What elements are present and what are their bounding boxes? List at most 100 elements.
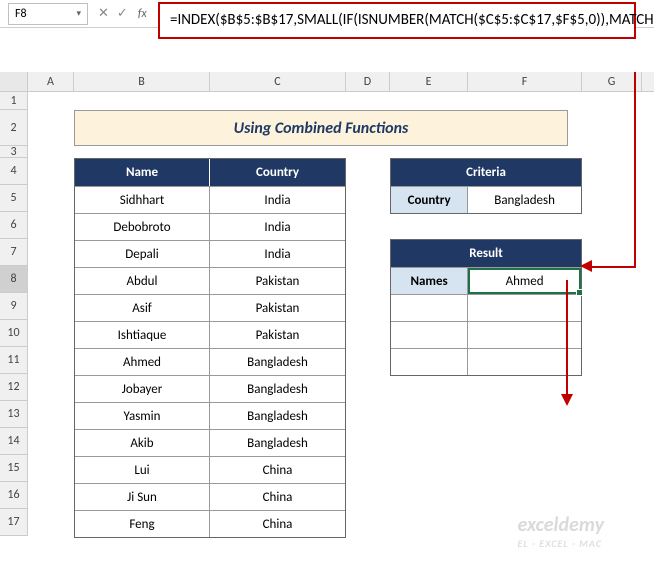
result-row <box>391 348 581 375</box>
watermark-text: exceldemy <box>518 513 604 537</box>
chevron-down-icon[interactable]: ▾ <box>76 8 81 19</box>
cell[interactable]: Ishtiaque <box>75 322 210 348</box>
fx-icon[interactable]: fx <box>138 7 147 21</box>
page-title: Using Combined Functions <box>74 110 568 146</box>
table-row: YasminBangladesh <box>75 402 345 429</box>
cell[interactable]: Ahmed <box>75 349 210 375</box>
cell[interactable] <box>391 295 468 321</box>
cell[interactable]: Bangladesh <box>210 376 345 402</box>
cancel-icon[interactable]: ✕ <box>98 6 109 21</box>
cell[interactable]: Pakistan <box>210 295 345 321</box>
result-row <box>391 321 581 348</box>
table-row: IshtiaquePakistan <box>75 321 345 348</box>
row-header[interactable]: 7 <box>0 239 28 266</box>
cell[interactable]: Pakistan <box>210 322 345 348</box>
criteria-label[interactable]: Country <box>391 187 468 213</box>
cell[interactable]: China <box>210 457 345 483</box>
table-row: AbdulPakistan <box>75 267 345 294</box>
cell[interactable] <box>468 349 581 375</box>
name-box-value: F8 <box>15 7 27 21</box>
arrow-left-icon <box>580 260 592 272</box>
select-all-corner[interactable] <box>0 72 28 91</box>
result-row: Names Ahmed <box>391 267 581 294</box>
col-header[interactable]: G <box>582 72 642 91</box>
cell[interactable]: China <box>210 484 345 510</box>
arrow-down-icon <box>561 394 573 406</box>
cell[interactable]: Akib <box>75 430 210 456</box>
data-table: Name Country SidhhartIndia DebobrotoIndi… <box>74 158 346 538</box>
table-row: SidhhartIndia <box>75 186 345 213</box>
row-header[interactable]: 4 <box>0 158 28 185</box>
row-header[interactable]: 10 <box>0 320 28 347</box>
cell[interactable]: Asif <box>75 295 210 321</box>
criteria-header[interactable]: Criteria <box>391 159 581 186</box>
row-header[interactable]: 14 <box>0 428 28 455</box>
col-header[interactable]: C <box>210 72 346 91</box>
row-header[interactable]: 2 <box>0 110 28 146</box>
cell[interactable]: Feng <box>75 511 210 537</box>
cell[interactable]: Bangladesh <box>210 349 345 375</box>
cell[interactable] <box>468 322 581 348</box>
cell[interactable]: China <box>210 511 345 537</box>
col-header[interactable]: A <box>28 72 74 91</box>
cell[interactable]: Ji Sun <box>75 484 210 510</box>
row-header[interactable]: 1 <box>0 92 28 110</box>
criteria-table: Criteria Country Bangladesh <box>390 158 582 214</box>
row-header[interactable]: 6 <box>0 212 28 239</box>
cell[interactable]: India <box>210 241 345 267</box>
table-row: LuiChina <box>75 456 345 483</box>
cell[interactable]: Lui <box>75 457 210 483</box>
cell[interactable]: India <box>210 214 345 240</box>
name-box[interactable]: F8 ▾ <box>8 3 88 25</box>
cell[interactable]: Bangladesh <box>210 403 345 429</box>
row-headers: 1 2 3 4 5 6 7 8 9 10 11 12 13 14 15 16 1… <box>0 92 28 536</box>
cell[interactable]: India <box>210 187 345 213</box>
col-header[interactable]: B <box>74 72 210 91</box>
cell[interactable]: Yasmin <box>75 403 210 429</box>
cell[interactable] <box>391 322 468 348</box>
row-header[interactable]: 3 <box>0 146 28 158</box>
table-row: DebobrotoIndia <box>75 213 345 240</box>
table-row: FengChina <box>75 510 345 537</box>
accept-icon[interactable]: ✓ <box>117 6 128 21</box>
row-header[interactable]: 13 <box>0 401 28 428</box>
row-header[interactable]: 15 <box>0 455 28 482</box>
result-row <box>391 294 581 321</box>
formula-bar-input[interactable]: =INDEX($B$5:$B$17,SMALL(IF(ISNUMBER(MATC… <box>158 2 636 39</box>
cells-area[interactable]: Using Combined Functions Name Country Si… <box>28 92 654 536</box>
row-header[interactable]: 11 <box>0 347 28 374</box>
cell[interactable] <box>391 349 468 375</box>
cell[interactable]: Sidhhart <box>75 187 210 213</box>
table-row: DepaliIndia <box>75 240 345 267</box>
cell[interactable]: Depali <box>75 241 210 267</box>
result-header[interactable]: Result <box>391 240 581 267</box>
result-value: Ahmed <box>506 274 544 289</box>
annotation-arrow <box>566 280 568 395</box>
cell[interactable]: Abdul <box>75 268 210 294</box>
formula-bar-icons: ✕ ✓ <box>98 6 128 21</box>
annotation-arrow <box>634 72 636 266</box>
criteria-value[interactable]: Bangladesh <box>468 187 581 213</box>
cell[interactable]: Bangladesh <box>210 430 345 456</box>
row-header[interactable]: 9 <box>0 293 28 320</box>
table-header-row: Name Country <box>75 159 345 186</box>
cell[interactable]: Debobroto <box>75 214 210 240</box>
cell[interactable]: Jobayer <box>75 376 210 402</box>
col-header[interactable]: D <box>346 72 390 91</box>
row-header[interactable]: 12 <box>0 374 28 401</box>
col-header[interactable]: E <box>390 72 468 91</box>
watermark-sub: EL - EXCEL - MAC <box>518 537 604 550</box>
col-header[interactable]: F <box>468 72 582 91</box>
row-header[interactable]: 8 <box>0 266 28 293</box>
header-country[interactable]: Country <box>210 159 345 186</box>
row-header[interactable]: 5 <box>0 185 28 212</box>
result-label[interactable]: Names <box>391 268 468 294</box>
annotation-arrow <box>590 266 636 268</box>
row-header[interactable]: 16 <box>0 482 28 509</box>
cell[interactable]: Pakistan <box>210 268 345 294</box>
row-header[interactable]: 17 <box>0 509 28 536</box>
result-cell-active[interactable]: Ahmed <box>468 268 581 294</box>
header-name[interactable]: Name <box>75 159 210 186</box>
result-table: Result Names Ahmed <box>390 239 582 376</box>
cell[interactable] <box>468 295 581 321</box>
